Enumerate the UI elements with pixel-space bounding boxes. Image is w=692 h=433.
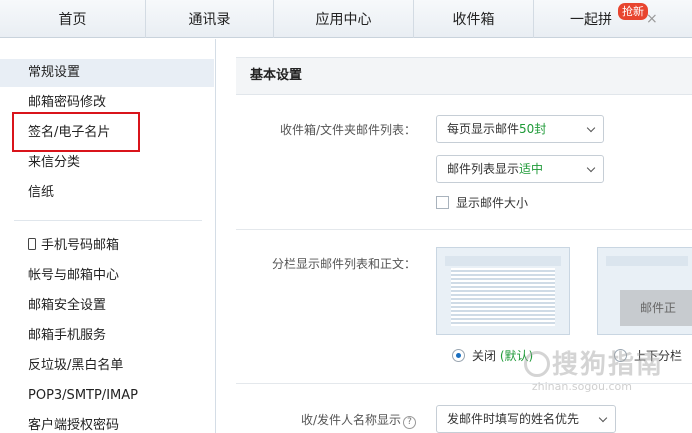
sidebar-item-label: 常规设置 — [28, 65, 81, 80]
select-value: 适中 — [519, 162, 544, 176]
sidebar-item-account-center[interactable]: 帐号与邮箱中心 — [0, 262, 214, 290]
select-prefix: 邮件列表显示 — [447, 162, 520, 176]
tab-app-center[interactable]: 应用中心 — [274, 0, 414, 38]
section-title: 基本设置 — [236, 57, 692, 95]
tab-inbox[interactable]: 收件箱 — [414, 0, 534, 38]
close-icon[interactable]: × — [646, 11, 658, 27]
preview-topbar — [445, 256, 561, 266]
row-divider — [236, 229, 692, 230]
inbox-list-label: 收件箱/文件夹邮件列表： — [279, 123, 416, 137]
tab-label: 通讯录 — [188, 12, 231, 28]
watermark-logo-icon — [523, 351, 550, 377]
new-badge: 抢新 — [618, 3, 648, 20]
sidebar-item-label: 邮箱密码修改 — [28, 95, 107, 110]
sidebar-item-antispam[interactable]: 反垃圾/黑白名单 — [0, 352, 214, 380]
sender-name-label: 收/发件人名称显示? — [236, 411, 416, 429]
sidebar-item-label: 手机号码邮箱 — [41, 238, 120, 253]
settings-sidebar: 常规设置 邮箱密码修改 签名/电子名片 来信分类 信纸 手机号码邮箱 帐号与邮箱… — [0, 39, 216, 433]
sidebar-item-label: 来信分类 — [28, 155, 81, 170]
tab-label: 首页 — [58, 12, 87, 28]
layout-preview-off[interactable] — [436, 247, 570, 335]
sender-name-select[interactable]: 发邮件时填写的姓名优先 — [436, 405, 616, 433]
select-value: 50封 — [519, 122, 547, 136]
radio-split-off[interactable] — [452, 349, 465, 362]
sidebar-item-security[interactable]: 邮箱安全设置 — [0, 292, 214, 320]
sidebar-item-label: 客户端授权密码 — [28, 418, 120, 433]
sidebar-item-mobile-service[interactable]: 邮箱手机服务 — [0, 322, 214, 350]
list-display-select[interactable]: 邮件列表显示适中 — [436, 155, 604, 183]
tab-contacts[interactable]: 通讯录 — [146, 0, 274, 38]
select-prefix: 每页显示邮件 — [447, 122, 520, 136]
preview-pane: 邮件正 — [620, 290, 692, 326]
sidebar-item-label: 帐号与邮箱中心 — [28, 268, 120, 283]
watermark-text: 搜狗指南 — [551, 350, 664, 380]
sidebar-item-stationery[interactable]: 信纸 — [0, 179, 214, 207]
help-icon[interactable]: ? — [403, 416, 416, 429]
layout-preview-split[interactable]: 邮件正 — [597, 247, 692, 335]
radio-text: 关闭 — [472, 349, 497, 363]
watermark-url: zhinan.sogou.com — [531, 380, 632, 393]
highlight-annotation — [12, 112, 140, 152]
tab-home[interactable]: 首页 — [0, 0, 146, 38]
tab-label: 收件箱 — [452, 12, 495, 28]
preview-topbar — [606, 256, 688, 266]
sidebar-item-general[interactable]: 常规设置 — [0, 59, 214, 87]
sidebar-item-client-auth[interactable]: 客户端授权密码 — [0, 412, 214, 433]
sidebar-item-label: 反垃圾/黑白名单 — [28, 358, 124, 373]
sidebar-item-label: 邮箱手机服务 — [28, 328, 107, 343]
phone-icon — [28, 238, 36, 250]
sender-name-text: 收/发件人名称显示 — [300, 413, 401, 427]
tab-label: 一起拼 — [570, 12, 612, 28]
chevron-down-icon — [586, 163, 596, 173]
chevron-down-icon — [586, 123, 596, 133]
show-size-checkbox[interactable] — [436, 196, 449, 209]
show-size-label: 显示邮件大小 — [456, 196, 529, 210]
preview-list-lines — [451, 268, 555, 326]
watermark: 搜狗指南 — [523, 344, 664, 381]
sidebar-item-label: 邮箱安全设置 — [28, 298, 107, 313]
split-view-label: 分栏显示邮件列表和正文： — [271, 257, 416, 271]
sidebar-item-filters[interactable]: 来信分类 — [0, 149, 214, 177]
top-tab-bar: 首页 通讯录 应用中心 收件箱 一起拼 抢新 × — [0, 0, 692, 38]
sidebar-item-label: POP3/SMTP/IMAP — [28, 388, 138, 403]
tab-group-buy[interactable]: 一起拼 抢新 × — [534, 0, 692, 38]
sidebar-item-pop3[interactable]: POP3/SMTP/IMAP — [0, 382, 214, 410]
tab-label: 应用中心 — [315, 12, 372, 28]
per-page-select[interactable]: 每页显示邮件50封 — [436, 115, 604, 143]
sidebar-item-phone-mailbox[interactable]: 手机号码邮箱 — [0, 232, 214, 260]
chevron-down-icon — [598, 413, 608, 423]
sidebar-divider — [14, 220, 202, 221]
sidebar-item-label: 信纸 — [28, 185, 55, 200]
select-value: 发邮件时填写的姓名优先 — [447, 412, 580, 426]
